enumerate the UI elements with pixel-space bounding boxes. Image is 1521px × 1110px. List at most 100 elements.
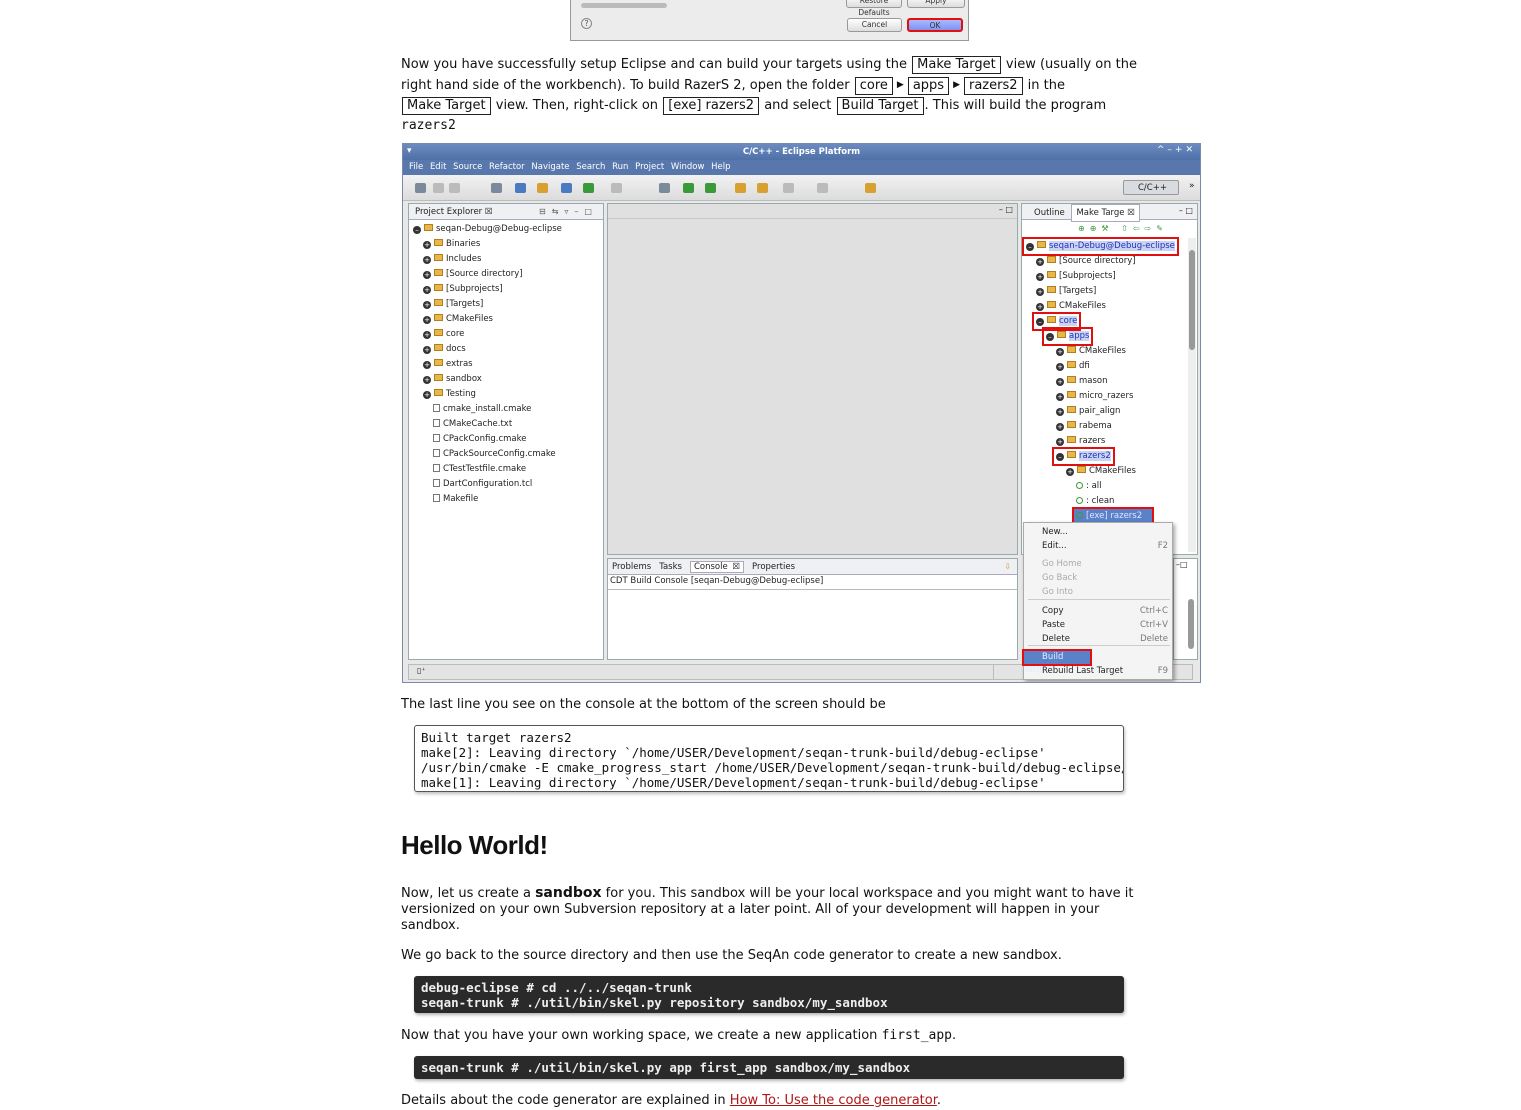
window-controls-icon[interactable]: ^–+✕: [1157, 145, 1196, 155]
expand-icon[interactable]: +: [1056, 408, 1064, 416]
expand-icon[interactable]: +: [1056, 438, 1064, 446]
context-menu-item-copy[interactable]: Copy Ctrl+C: [1030, 605, 1170, 618]
make-target-tab[interactable]: Make Targe ☒: [1071, 204, 1140, 222]
tree-item[interactable]: + [Subprojects]: [1024, 269, 1177, 284]
tree-item[interactable]: + rabema: [1024, 419, 1177, 434]
dialog-scrollbar[interactable]: [581, 3, 667, 8]
context-menu-item-go-home[interactable]: Go Home: [1030, 558, 1170, 571]
menu-item-help[interactable]: Help: [711, 162, 730, 172]
tab-problems[interactable]: Problems: [612, 562, 651, 572]
menu-item-project[interactable]: Project: [635, 162, 671, 172]
run-icon[interactable]: [683, 183, 694, 193]
tree-item[interactable]: + [Targets]: [1024, 284, 1177, 299]
expand-icon[interactable]: +: [1056, 363, 1064, 371]
tab-tasks[interactable]: Tasks: [659, 562, 682, 572]
tree-item[interactable]: + [Source directory]: [1024, 254, 1177, 269]
expand-icon[interactable]: +: [423, 271, 431, 279]
minmax-icon[interactable]: – □: [1179, 206, 1193, 215]
menu-item-navigate[interactable]: Navigate: [531, 162, 576, 172]
expand-icon[interactable]: +: [1036, 273, 1044, 281]
tree-item[interactable]: – apps: [1041, 327, 1094, 346]
expand-icon[interactable]: +: [1036, 303, 1044, 311]
tree-item[interactable]: DartConfiguration.tcl: [411, 477, 562, 492]
menu-item-refactor[interactable]: Refactor: [489, 162, 531, 172]
collapse-icon[interactable]: –: [413, 226, 421, 234]
expand-icon[interactable]: +: [1056, 378, 1064, 386]
minmax-icon[interactable]: – □: [999, 205, 1013, 214]
menu-item-source[interactable]: Source: [453, 162, 489, 172]
settings-icon[interactable]: [659, 183, 670, 193]
apply-button[interactable]: Apply: [907, 0, 965, 8]
expand-icon[interactable]: +: [423, 391, 431, 399]
tree-item[interactable]: + pair_align: [1024, 404, 1177, 419]
tree-item[interactable]: + Includes: [411, 252, 562, 267]
tree-item[interactable]: + mason: [1024, 374, 1177, 389]
tree-item[interactable]: + CMakeFiles: [1024, 299, 1177, 314]
collapse-icon[interactable]: –: [1036, 318, 1044, 326]
expand-icon[interactable]: +: [423, 316, 431, 324]
tree-item[interactable]: + [Source directory]: [411, 267, 562, 282]
tree-item[interactable]: + Testing: [411, 387, 562, 402]
context-menu-item-go-into[interactable]: Go Into: [1030, 586, 1170, 599]
tool-icon[interactable]: [611, 183, 622, 193]
scrollbar[interactable]: [1188, 599, 1194, 649]
tree-item[interactable]: – seqan-Debug@Debug-eclipse: [1022, 237, 1179, 256]
context-menu-item-paste[interactable]: Paste Ctrl+V: [1030, 619, 1170, 632]
expand-icon[interactable]: +: [423, 346, 431, 354]
tree-item[interactable]: + docs: [411, 342, 562, 357]
question-icon[interactable]: ?: [581, 18, 592, 29]
cancel-button[interactable]: Cancel: [847, 18, 902, 32]
search-icon[interactable]: [757, 183, 768, 193]
menu-item-file[interactable]: File: [409, 162, 430, 172]
context-menu-item-build-target[interactable]: Build Target: [1022, 649, 1092, 675]
nav-forward-icon[interactable]: [865, 183, 876, 193]
debug-icon[interactable]: [705, 183, 716, 193]
expand-icon[interactable]: +: [423, 376, 431, 384]
tree-item[interactable]: + micro_razers: [1024, 389, 1177, 404]
view-toolbar-icons[interactable]: ⊟⇆▿–□: [539, 207, 598, 216]
status-icon[interactable]: ▯⁺: [417, 666, 426, 675]
make-toolbar-icons[interactable]: ⊕⊕⚒ ⇧⇦⇨✎: [1078, 224, 1168, 233]
perspective-button[interactable]: C/C++: [1123, 180, 1179, 195]
tree-item[interactable]: + CMakeFiles: [411, 312, 562, 327]
tree-item[interactable]: : all: [1024, 479, 1177, 494]
minmax-icon[interactable]: –□: [1176, 560, 1188, 569]
open-folder-icon[interactable]: [537, 183, 548, 193]
tree-item[interactable]: – seqan-Debug@Debug-eclipse: [411, 222, 562, 237]
tree-item[interactable]: + [Subprojects]: [411, 282, 562, 297]
expand-icon[interactable]: +: [1056, 348, 1064, 356]
menu-item-window[interactable]: Window: [671, 162, 711, 172]
print-icon[interactable]: [491, 183, 502, 193]
expand-icon[interactable]: +: [423, 256, 431, 264]
tree-item[interactable]: + razers: [1024, 434, 1177, 449]
class-icon[interactable]: [561, 183, 572, 193]
scrollbar[interactable]: [1188, 238, 1196, 552]
tree-item[interactable]: CMakeCache.txt: [411, 417, 562, 432]
tree-item[interactable]: + extras: [411, 357, 562, 372]
outline-tab[interactable]: Outline: [1034, 208, 1065, 218]
menu-item-search[interactable]: Search: [576, 162, 612, 172]
tree-item[interactable]: – razers2: [1052, 447, 1115, 466]
tree-item[interactable]: + core: [411, 327, 562, 342]
collapse-icon[interactable]: –: [1056, 453, 1064, 461]
open-icon[interactable]: [735, 183, 746, 193]
ok-button[interactable]: OK: [907, 18, 963, 32]
tree-item[interactable]: : clean: [1024, 494, 1177, 509]
expand-icon[interactable]: +: [1066, 468, 1074, 476]
expand-icon[interactable]: +: [1036, 258, 1044, 266]
collapse-icon[interactable]: –: [1026, 243, 1034, 251]
context-menu-item-edit[interactable]: Edit... F2: [1030, 540, 1170, 553]
refresh-icon[interactable]: [583, 183, 594, 193]
expand-icon[interactable]: +: [423, 361, 431, 369]
edit-icon[interactable]: [783, 183, 794, 193]
tree-item[interactable]: + sandbox: [411, 372, 562, 387]
window-menu-icon[interactable]: ▾: [407, 146, 412, 156]
tree-item[interactable]: – core: [1031, 312, 1082, 331]
menu-item-edit[interactable]: Edit: [430, 162, 453, 172]
tree-item[interactable]: CTestTestfile.cmake: [411, 462, 562, 477]
expand-icon[interactable]: +: [423, 286, 431, 294]
menu-item-run[interactable]: Run: [612, 162, 635, 172]
save-icon[interactable]: [433, 183, 444, 193]
restore-defaults-button[interactable]: Restore Defaults: [846, 0, 902, 17]
tree-item[interactable]: cmake_install.cmake: [411, 402, 562, 417]
